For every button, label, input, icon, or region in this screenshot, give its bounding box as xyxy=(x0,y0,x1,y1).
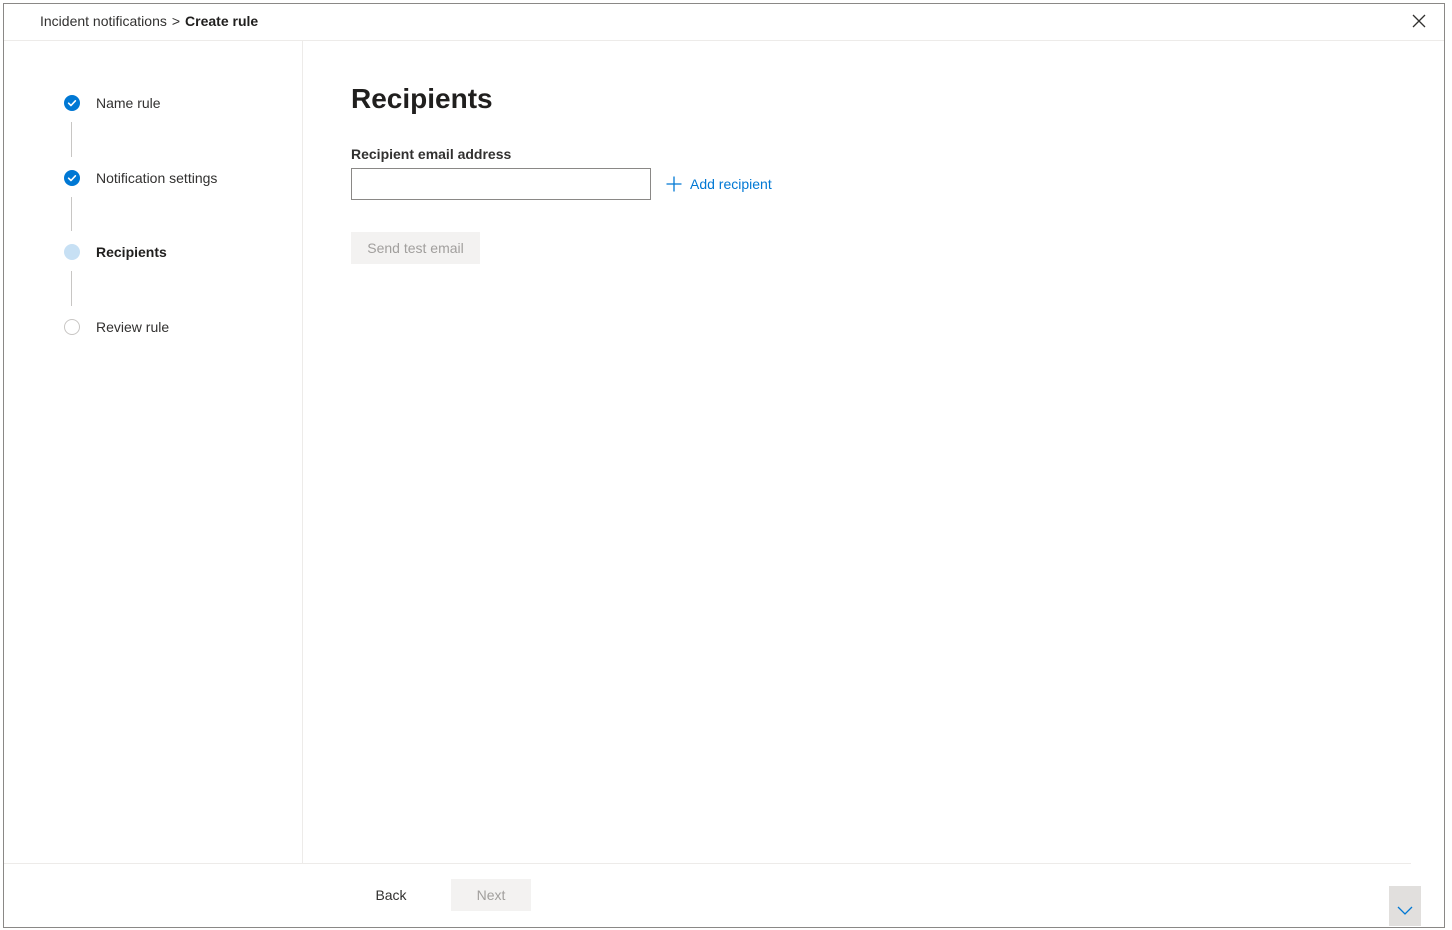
breadcrumb-separator: > xyxy=(171,13,181,29)
send-test-email-button[interactable]: Send test email xyxy=(351,232,480,264)
step-connector xyxy=(71,122,72,157)
add-recipient-button[interactable]: Add recipient xyxy=(666,172,772,196)
panel-header: Incident notifications > Create rule xyxy=(4,4,1444,41)
breadcrumb-incident-notifications[interactable]: Incident notifications xyxy=(40,13,167,29)
recipient-email-input[interactable] xyxy=(351,168,651,200)
step-label: Name rule xyxy=(96,95,161,111)
create-rule-panel: Incident notifications > Create rule Name … xyxy=(3,3,1445,928)
add-recipient-label: Add recipient xyxy=(690,176,772,192)
plus-icon xyxy=(666,176,682,192)
wizard-footer: Back Next xyxy=(4,863,1411,929)
checkmark-icon xyxy=(64,95,80,111)
scroll-down-button[interactable] xyxy=(1389,886,1421,926)
step-connector xyxy=(71,271,72,306)
empty-step-circle-icon xyxy=(64,319,80,335)
step-label: Recipients xyxy=(96,244,167,260)
next-button[interactable]: Next xyxy=(451,879,531,911)
breadcrumb: Incident notifications > Create rule xyxy=(40,12,258,30)
step-label: Notification settings xyxy=(96,170,218,186)
checkmark-icon xyxy=(64,170,80,186)
close-button[interactable] xyxy=(1408,10,1430,32)
close-icon xyxy=(1412,14,1426,28)
step-connector xyxy=(71,197,72,231)
chevron-down-icon xyxy=(1397,906,1413,915)
breadcrumb-current: Create rule xyxy=(185,13,259,29)
wizard-steps-nav: Name rule Notification settings Recipien… xyxy=(4,41,303,863)
recipient-email-label: Recipient email address xyxy=(351,146,512,162)
page-title: Recipients xyxy=(351,83,493,114)
back-button[interactable]: Back xyxy=(361,879,421,911)
step-label: Review rule xyxy=(96,319,170,335)
current-step-dot-icon xyxy=(64,244,80,260)
